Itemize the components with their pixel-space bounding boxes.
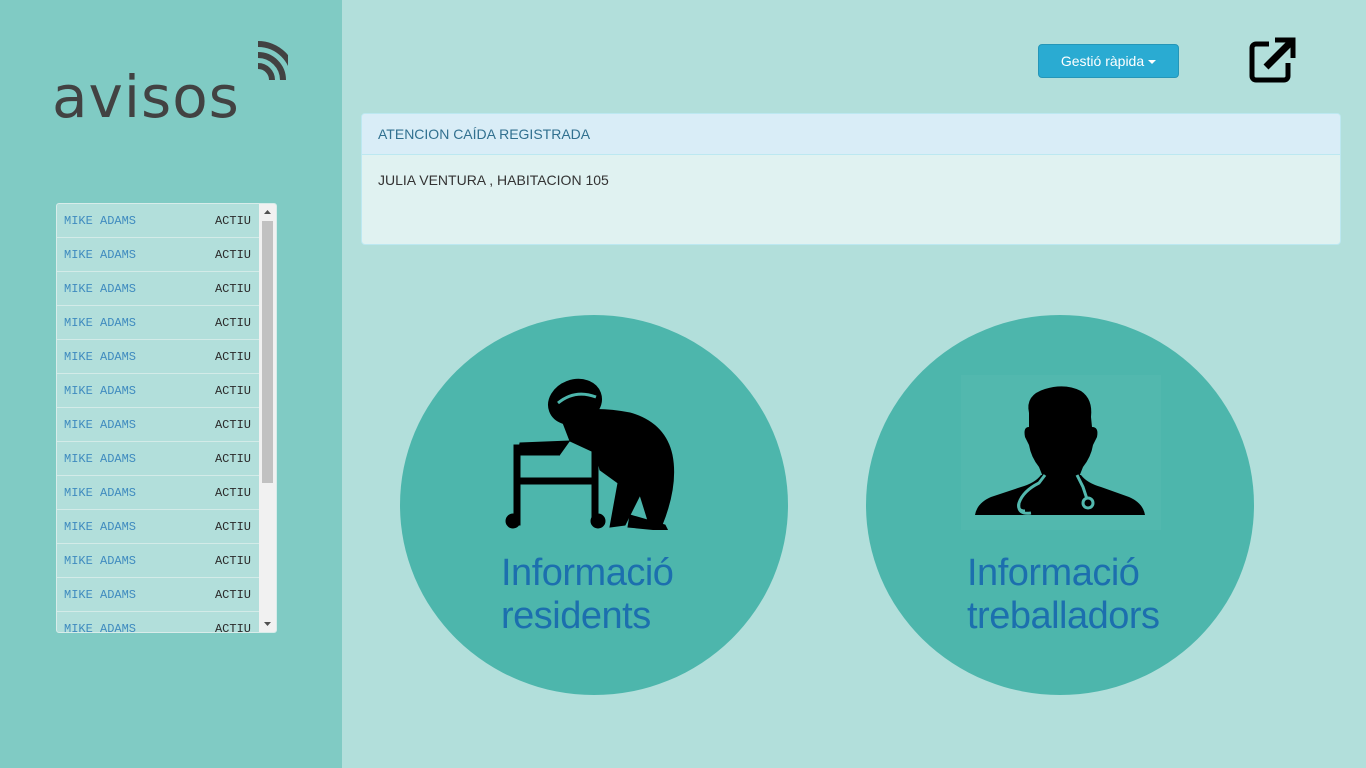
worker-row[interactable]: MIKE ADAMS ACTIU	[57, 306, 260, 340]
worker-row[interactable]: MIKE ADAMS ACTIU	[57, 544, 260, 578]
worker-name: MIKE ADAMS	[64, 281, 137, 296]
worker-name: MIKE ADAMS	[64, 519, 137, 534]
worker-name: MIKE ADAMS	[64, 315, 137, 330]
worker-status: ACTIU	[214, 519, 251, 534]
worker-status: ACTIU	[214, 587, 251, 602]
workers-info-button[interactable]: Informació treballadors	[866, 315, 1254, 695]
worker-row[interactable]: MIKE ADAMS ACTIU	[57, 340, 260, 374]
worker-status: ACTIU	[214, 349, 251, 364]
doctor-icon	[961, 375, 1161, 530]
quick-management-label: Gestió ràpida	[1060, 53, 1145, 69]
worker-name: MIKE ADAMS	[64, 247, 137, 262]
worker-status: ACTIU	[214, 281, 251, 296]
worker-list[interactable]: MIKE ADAMS ACTIU MIKE ADAMS ACTIU MIKE ADAMS…	[56, 203, 277, 633]
scrollbar[interactable]	[259, 204, 276, 632]
worker-row[interactable]: MIKE ADAMS ACTIU	[57, 510, 260, 544]
avisos-logo: avisos	[52, 41, 288, 124]
worker-name: MIKE ADAMS	[64, 417, 137, 432]
alert-title: ATENCION CAÍDA REGISTRADA	[362, 114, 1340, 155]
worker-status: ACTIU	[214, 383, 251, 398]
worker-status: ACTIU	[214, 485, 251, 500]
worker-name: MIKE ADAMS	[64, 485, 137, 500]
external-link-icon[interactable]	[1246, 36, 1296, 86]
worker-status: ACTIU	[214, 621, 251, 633]
worker-status: ACTIU	[214, 213, 251, 228]
worker-row[interactable]: MIKE ADAMS ACTIU	[57, 204, 260, 238]
scroll-up-icon[interactable]	[259, 204, 276, 221]
svg-text:avisos: avisos	[52, 63, 240, 124]
caret-down-icon	[1148, 60, 1157, 64]
worker-name: MIKE ADAMS	[64, 553, 137, 568]
worker-row[interactable]: MIKE ADAMS ACTIU	[57, 578, 260, 612]
worker-name: MIKE ADAMS	[64, 349, 137, 364]
worker-status: ACTIU	[214, 417, 251, 432]
worker-name: MIKE ADAMS	[64, 621, 137, 633]
worker-row[interactable]: MIKE ADAMS ACTIU	[57, 374, 260, 408]
workers-info-label: Informació treballadors	[967, 552, 1160, 637]
residents-info-label: Informació residents	[501, 552, 674, 637]
worker-row[interactable]: MIKE ADAMS ACTIU	[57, 408, 260, 442]
alert-panel: ATENCION CAÍDA REGISTRADA JULIA VENTURA …	[361, 113, 1341, 245]
worker-name: MIKE ADAMS	[64, 213, 137, 228]
worker-row[interactable]: MIKE ADAMS ACTIU	[57, 442, 260, 476]
worker-row[interactable]: MIKE ADAMS ACTIU	[57, 272, 260, 306]
scrollbar-thumb[interactable]	[262, 221, 273, 483]
worker-row[interactable]: MIKE ADAMS ACTIU	[57, 612, 260, 633]
worker-name: MIKE ADAMS	[64, 451, 137, 466]
worker-list-rows: MIKE ADAMS ACTIU MIKE ADAMS ACTIU MIKE ADAMS…	[57, 204, 260, 633]
worker-status: ACTIU	[214, 451, 251, 466]
wifi-signal-icon	[257, 41, 288, 81]
elderly-walker-icon	[505, 378, 675, 530]
residents-info-button[interactable]: Informació residents	[400, 315, 788, 695]
alert-message: JULIA VENTURA , HABITACION 105	[378, 172, 609, 188]
worker-name: MIKE ADAMS	[64, 383, 137, 398]
worker-row[interactable]: MIKE ADAMS ACTIU	[57, 238, 260, 272]
sidebar: avisos MIKE ADAMS ACTIU MIKE ADAMS ACTIU MIK…	[0, 0, 342, 768]
quick-management-button[interactable]: Gestió ràpida	[1038, 44, 1179, 78]
worker-status: ACTIU	[214, 553, 251, 568]
worker-name: MIKE ADAMS	[64, 587, 137, 602]
scroll-down-icon[interactable]	[259, 615, 276, 632]
worker-status: ACTIU	[214, 247, 251, 262]
worker-status: ACTIU	[214, 315, 251, 330]
worker-row[interactable]: MIKE ADAMS ACTIU	[57, 476, 260, 510]
